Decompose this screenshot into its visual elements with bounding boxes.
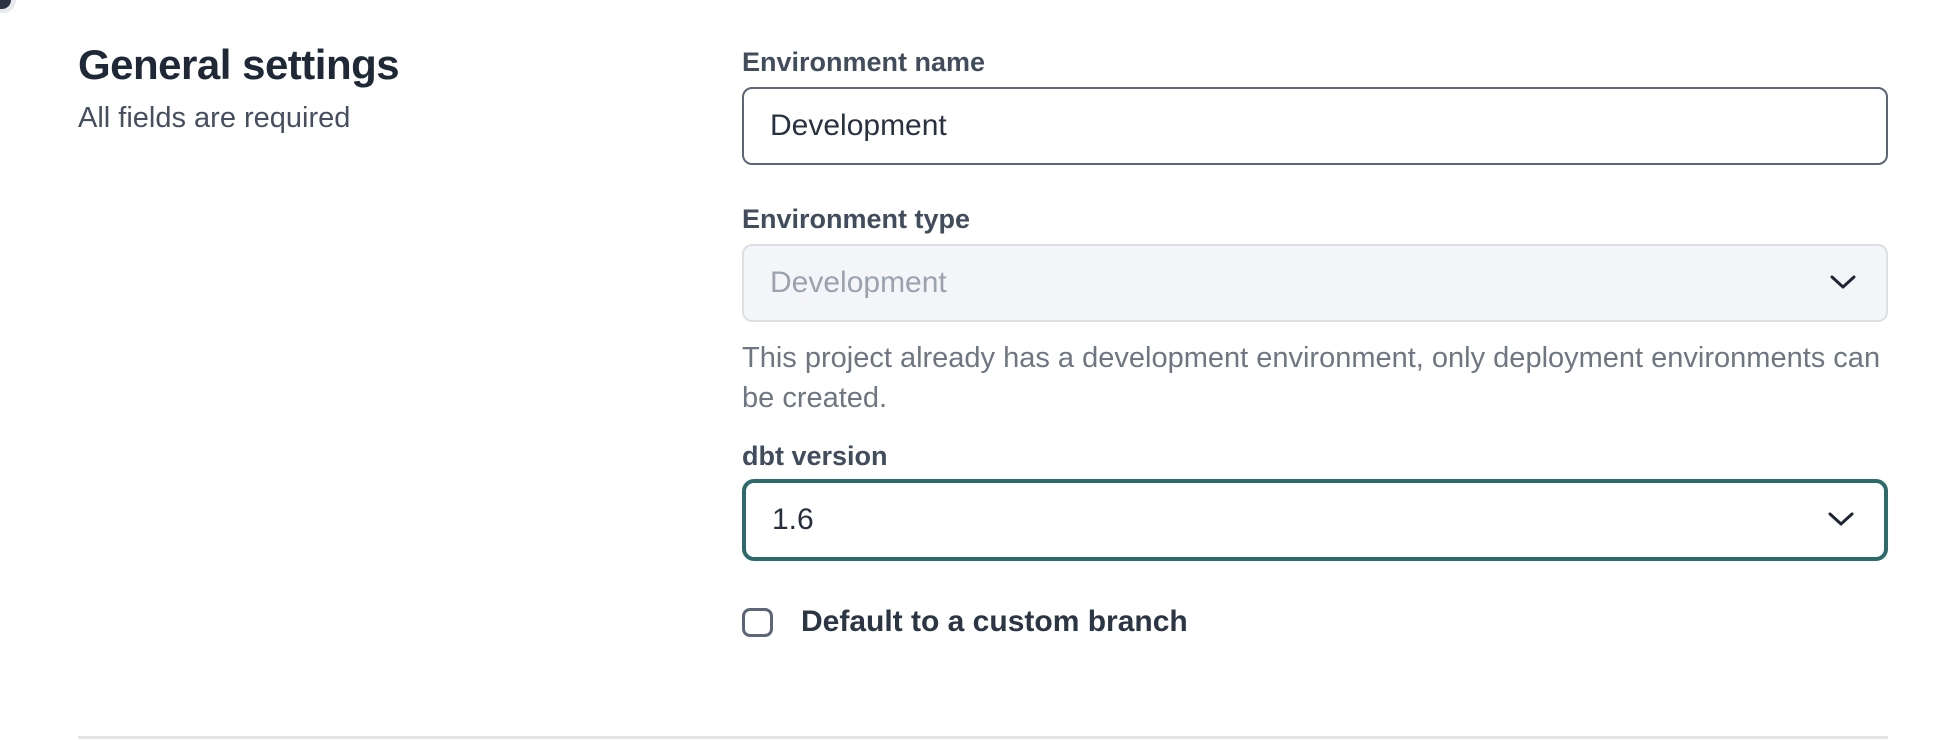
- custom-branch-checkbox[interactable]: [742, 608, 773, 637]
- general-settings-section: General settings All fields are required…: [0, 0, 1958, 639]
- page-title: General settings: [78, 40, 742, 90]
- custom-branch-row: Default to a custom branch: [742, 605, 1888, 639]
- dbt-version-label: dbt version: [742, 440, 1888, 473]
- dbt-version-value: 1.6: [772, 503, 814, 537]
- environment-type-helper: This project already has a development e…: [742, 338, 1888, 418]
- section-divider: [78, 736, 1888, 739]
- environment-type-value: Development: [770, 266, 947, 300]
- environment-type-select: Development: [742, 244, 1888, 322]
- environment-name-label: Environment name: [742, 46, 1888, 79]
- chevron-down-icon: [1828, 512, 1854, 528]
- dbt-version-select[interactable]: 1.6: [742, 479, 1888, 561]
- custom-branch-label[interactable]: Default to a custom branch: [801, 605, 1188, 639]
- chevron-down-icon: [1830, 275, 1856, 291]
- settings-form: Environment name Environment type Develo…: [742, 40, 1888, 639]
- environment-type-label: Environment type: [742, 203, 1888, 236]
- page-subtitle: All fields are required: [78, 100, 742, 136]
- environment-name-input[interactable]: [742, 87, 1888, 165]
- section-intro: General settings All fields are required: [78, 40, 742, 639]
